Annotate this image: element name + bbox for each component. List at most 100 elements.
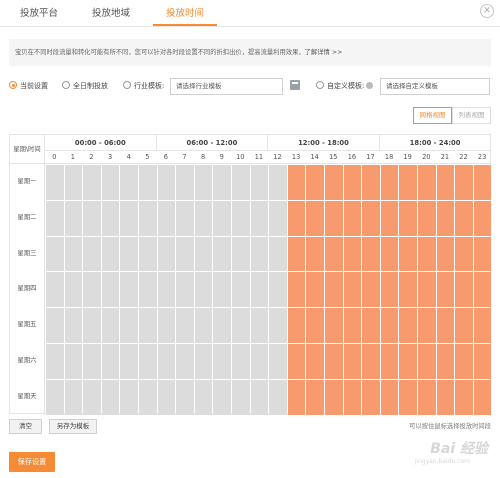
time-cell-selected[interactable] — [362, 165, 380, 200]
time-cell[interactable] — [46, 165, 64, 200]
time-cell[interactable] — [157, 272, 176, 308]
tab-region[interactable]: 投放地域 — [92, 5, 130, 19]
time-cell[interactable] — [101, 379, 120, 415]
time-cell-selected[interactable] — [455, 236, 473, 272]
time-cell-selected[interactable] — [455, 272, 473, 308]
time-cell-selected[interactable] — [306, 200, 324, 236]
time-cell[interactable] — [64, 344, 83, 379]
time-cell[interactable] — [269, 308, 287, 343]
time-cell[interactable] — [83, 165, 101, 200]
hour-header[interactable]: 18 — [379, 151, 399, 164]
save-as-template-button[interactable]: 另存为模板 — [49, 419, 97, 434]
time-cell[interactable] — [213, 308, 231, 343]
time-cell[interactable] — [213, 272, 231, 308]
hour-header[interactable]: 2 — [82, 151, 101, 164]
time-cell[interactable] — [139, 344, 157, 379]
hour-header[interactable]: 20 — [417, 151, 436, 164]
time-cell-selected[interactable] — [418, 200, 436, 236]
time-cell-selected[interactable] — [399, 165, 417, 200]
time-cell[interactable] — [157, 165, 176, 200]
time-cell[interactable] — [64, 200, 83, 236]
time-cell-selected[interactable] — [325, 379, 343, 415]
time-cell[interactable] — [83, 379, 101, 415]
time-cell-selected[interactable] — [473, 308, 492, 343]
time-cell-selected[interactable] — [436, 200, 455, 236]
time-cell-selected[interactable] — [343, 165, 362, 200]
time-cell[interactable] — [232, 344, 250, 379]
time-cell-selected[interactable] — [287, 379, 306, 415]
time-cell-selected[interactable] — [473, 200, 492, 236]
time-cell[interactable] — [176, 272, 194, 308]
time-cell[interactable] — [269, 165, 287, 200]
industry-template-select[interactable]: 请选择行业模板 — [170, 78, 283, 95]
time-cell[interactable] — [120, 200, 138, 236]
time-cell[interactable] — [120, 272, 138, 308]
time-cell-selected[interactable] — [306, 165, 324, 200]
hour-header[interactable]: 19 — [398, 151, 417, 164]
hour-header[interactable]: 0 — [45, 151, 64, 164]
custom-template-select[interactable]: 请选择自定义模板 — [380, 78, 490, 95]
time-cell-selected[interactable] — [362, 344, 380, 379]
time-cell-selected[interactable] — [399, 236, 417, 272]
time-cell-selected[interactable] — [380, 272, 399, 308]
time-cell[interactable] — [176, 236, 194, 272]
time-cell[interactable] — [232, 272, 250, 308]
time-cell-selected[interactable] — [436, 379, 455, 415]
day-label[interactable]: 星期六 — [10, 343, 45, 379]
time-cell-selected[interactable] — [455, 379, 473, 415]
time-cell[interactable] — [213, 200, 231, 236]
time-cell[interactable] — [157, 236, 176, 272]
time-cell-selected[interactable] — [306, 344, 324, 379]
time-cell[interactable] — [101, 236, 120, 272]
time-cell[interactable] — [176, 379, 194, 415]
time-cell[interactable] — [269, 200, 287, 236]
time-cell-selected[interactable] — [473, 379, 492, 415]
time-cell[interactable] — [139, 165, 157, 200]
time-cell-selected[interactable] — [455, 200, 473, 236]
time-cell[interactable] — [250, 165, 269, 200]
time-cell[interactable] — [46, 379, 64, 415]
time-cell[interactable] — [250, 272, 269, 308]
time-cell[interactable] — [194, 344, 213, 379]
time-cell[interactable] — [232, 200, 250, 236]
time-cell-selected[interactable] — [362, 272, 380, 308]
time-cell-selected[interactable] — [399, 272, 417, 308]
time-cell[interactable] — [194, 272, 213, 308]
time-cell[interactable] — [194, 236, 213, 272]
time-cell[interactable] — [120, 165, 138, 200]
time-cell[interactable] — [64, 308, 83, 343]
hour-header[interactable]: 14 — [305, 151, 324, 164]
time-cell-selected[interactable] — [436, 344, 455, 379]
time-cell-selected[interactable] — [436, 236, 455, 272]
time-cell[interactable] — [83, 344, 101, 379]
time-cell[interactable] — [269, 344, 287, 379]
time-cell[interactable] — [194, 379, 213, 415]
time-cell[interactable] — [83, 200, 101, 236]
hour-header[interactable]: 7 — [175, 151, 194, 164]
time-cell[interactable] — [157, 200, 176, 236]
learn-more-link[interactable]: 了解详情 >> — [305, 49, 343, 56]
time-cell[interactable] — [250, 308, 269, 343]
time-cell-selected[interactable] — [325, 165, 343, 200]
time-cell[interactable] — [269, 236, 287, 272]
hour-header[interactable]: 11 — [249, 151, 269, 164]
time-cell[interactable] — [46, 308, 64, 343]
time-cell-selected[interactable] — [418, 272, 436, 308]
option-full-day[interactable]: 全日制投放 — [62, 81, 108, 91]
time-cell[interactable] — [101, 308, 120, 343]
time-cell-selected[interactable] — [436, 272, 455, 308]
time-cell[interactable] — [194, 200, 213, 236]
time-cell[interactable] — [83, 308, 101, 343]
time-cell-selected[interactable] — [343, 272, 362, 308]
save-settings-button[interactable]: 保存设置 — [9, 452, 55, 472]
time-cell-selected[interactable] — [380, 308, 399, 343]
time-cell-selected[interactable] — [418, 344, 436, 379]
time-cell-selected[interactable] — [343, 236, 362, 272]
time-cell-selected[interactable] — [380, 236, 399, 272]
time-cell-selected[interactable] — [343, 308, 362, 343]
time-cell[interactable] — [176, 165, 194, 200]
time-cell[interactable] — [213, 165, 231, 200]
time-cell-selected[interactable] — [473, 165, 492, 200]
option-custom-template[interactable]: 自定义模板: — [316, 81, 374, 91]
clear-button[interactable]: 清空 — [9, 419, 42, 434]
